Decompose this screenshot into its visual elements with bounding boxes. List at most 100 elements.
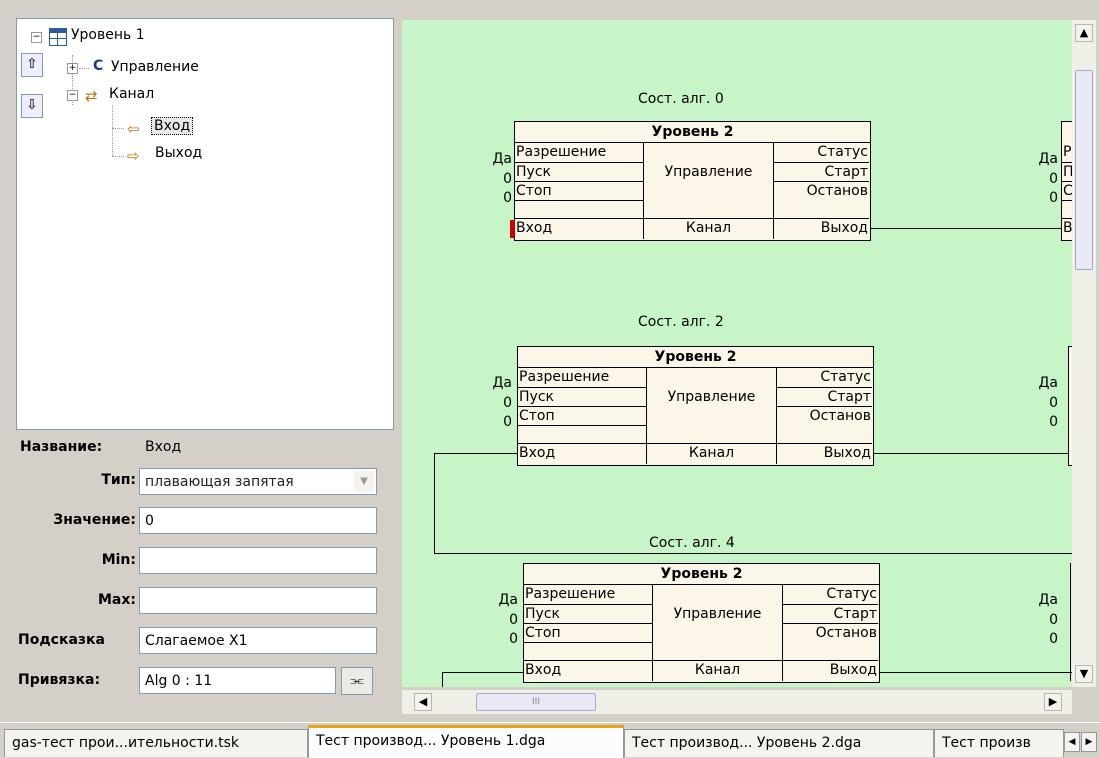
max-input[interactable] [139,587,377,614]
connection-line [434,453,435,553]
tab-scroll-right-button[interactable]: ▶ [1081,732,1097,752]
tree-panel: − Уровень 1 ⇧ ⇩ + C Управление − ⇄ Канал… [16,18,394,430]
left-value: 0 [1049,414,1058,430]
tab-gas-test[interactable]: gas-тест прои...ительности.tsk [4,729,308,757]
connection-line [873,453,1072,454]
value-label: Значение: [53,512,136,528]
input-port-label: Пуск [525,606,560,622]
left-value: Да [1038,375,1058,391]
chevron-down-icon: ▼ [1079,667,1089,680]
diagram-canvas[interactable]: Сост. алг. 0 Да 0 0 Уровень 2 Разрешение… [402,20,1072,687]
bottom-port-label: Канал [694,662,741,678]
selected-port-marker [510,220,515,238]
left-value: 0 [1049,190,1058,206]
channel-icon: ⇄ [85,87,98,105]
function-block[interactable]: Уровень 2 Разрешение Пуск Стоп Управлени… [523,563,880,683]
horizontal-scrollbar[interactable]: ◀ III ▶ [402,690,1072,714]
tree-item-input[interactable]: Вход [151,117,194,135]
type-label: Тип: [101,472,136,488]
table-icon [49,28,67,46]
scroll-down-button[interactable]: ▼ [1075,665,1093,683]
output-arrow-icon: ⇨ [127,147,140,165]
input-port-label: Пуск [519,389,554,405]
expand-control-icon[interactable]: + [67,63,78,74]
left-value: 0 [503,171,512,187]
bottom-port-label: Выход [820,220,868,236]
hint-input[interactable]: Слагаемое Х1 [139,627,377,654]
bottom-port-label: Выход [829,662,877,678]
function-block[interactable]: Уровень 2 Разрешение Пуск Стоп Управлени… [517,346,874,466]
arrow-down-icon: ⇩ [26,97,38,113]
arrow-up-icon: ⇧ [26,56,38,72]
function-block-partial[interactable]: Р П С В [1061,121,1072,241]
block-center-label: Управление [673,606,762,622]
chevron-left-icon: ◀ [1068,737,1076,747]
tree-item-output[interactable]: Выход [155,145,202,161]
left-value: 0 [509,631,518,647]
bottom-port-label: Вход [519,445,556,461]
min-input[interactable] [139,547,377,574]
output-port-label: Старт [827,389,871,405]
bottom-port-label: Вход [516,220,553,236]
class-c-icon: C [93,58,104,74]
tab-level-1[interactable]: Тест производ... Уровень 1.dga [308,725,624,758]
tree-item-control[interactable]: Управление [111,59,199,75]
input-port-label: Р [1063,144,1072,160]
left-value: 0 [503,414,512,430]
bottom-port-label: Канал [688,445,735,461]
collapse-channel-icon[interactable]: − [67,90,78,101]
function-block-partial [1070,563,1071,681]
scroll-left-button[interactable]: ◀ [414,693,432,711]
connection-line [870,228,1072,229]
properties-panel: Название: Вход Тип: плавающая запятая ▼ … [16,430,392,710]
input-port-label: Стоп [525,625,561,641]
input-port-label: П [1063,164,1072,180]
binding-input[interactable]: Alg 0 : 11 [139,667,336,694]
input-arrow-icon: ⇦ [127,120,140,138]
output-port-label: Старт [824,164,868,180]
output-port-label: Старт [833,606,877,622]
left-value: 0 [1049,171,1058,187]
tree-item-channel[interactable]: Канал [109,86,154,102]
left-value: Да [1038,151,1058,167]
left-value: Да [492,375,512,391]
vertical-scrollbar[interactable]: ▲ ▼ [1072,20,1096,687]
type-select[interactable]: плавающая запятая ▼ [139,468,377,495]
output-port-label: Останов [809,408,871,424]
scroll-grip: III [532,697,540,707]
max-label: Max: [97,592,136,608]
chevron-right-icon: ▶ [1085,737,1093,747]
bottom-port-label: Выход [823,445,871,461]
tab-scroll-left-button[interactable]: ◀ [1064,732,1080,752]
connection-line [442,672,523,673]
output-port-label: Статус [826,586,877,602]
vertical-scroll-thumb[interactable] [1075,70,1093,270]
function-block[interactable]: Уровень 2 Разрешение Пуск Стоп Управлени… [510,121,871,241]
output-port-label: Останов [815,625,877,641]
left-value: 0 [509,612,518,628]
input-port-label: Стоп [516,183,552,199]
tab-test-truncated[interactable]: Тест произв [934,729,1064,757]
tree-root-label[interactable]: Уровень 1 [71,27,145,43]
scroll-right-button[interactable]: ▶ [1044,693,1062,711]
block-caption: Сост. алг. 2 [638,314,724,330]
bottom-port-label: Канал [685,220,732,236]
left-value: Да [492,151,512,167]
move-down-button[interactable]: ⇩ [21,94,43,118]
input-port-label: Пуск [516,164,551,180]
value-input[interactable]: 0 [139,507,377,534]
scroll-up-button[interactable]: ▲ [1075,24,1093,42]
move-up-button[interactable]: ⇧ [21,53,43,77]
document-tabs: gas-тест прои...ительности.tsk Тест прои… [0,722,1100,758]
connection-line [879,672,1072,673]
tab-level-2[interactable]: Тест производ... Уровень 2.dga [624,729,934,757]
block-caption: Сост. алг. 0 [638,91,724,107]
hint-label: Подсказка [18,632,105,648]
binding-button[interactable]: ⫘ [341,667,373,695]
chevron-down-icon[interactable]: ▼ [354,471,374,492]
collapse-root-icon[interactable]: − [31,32,42,43]
block-caption: Сост. алг. 4 [649,535,735,551]
horizontal-scroll-thumb[interactable]: III [476,693,596,711]
input-port-label: Разрешение [516,144,607,160]
output-port-label: Статус [817,144,868,160]
